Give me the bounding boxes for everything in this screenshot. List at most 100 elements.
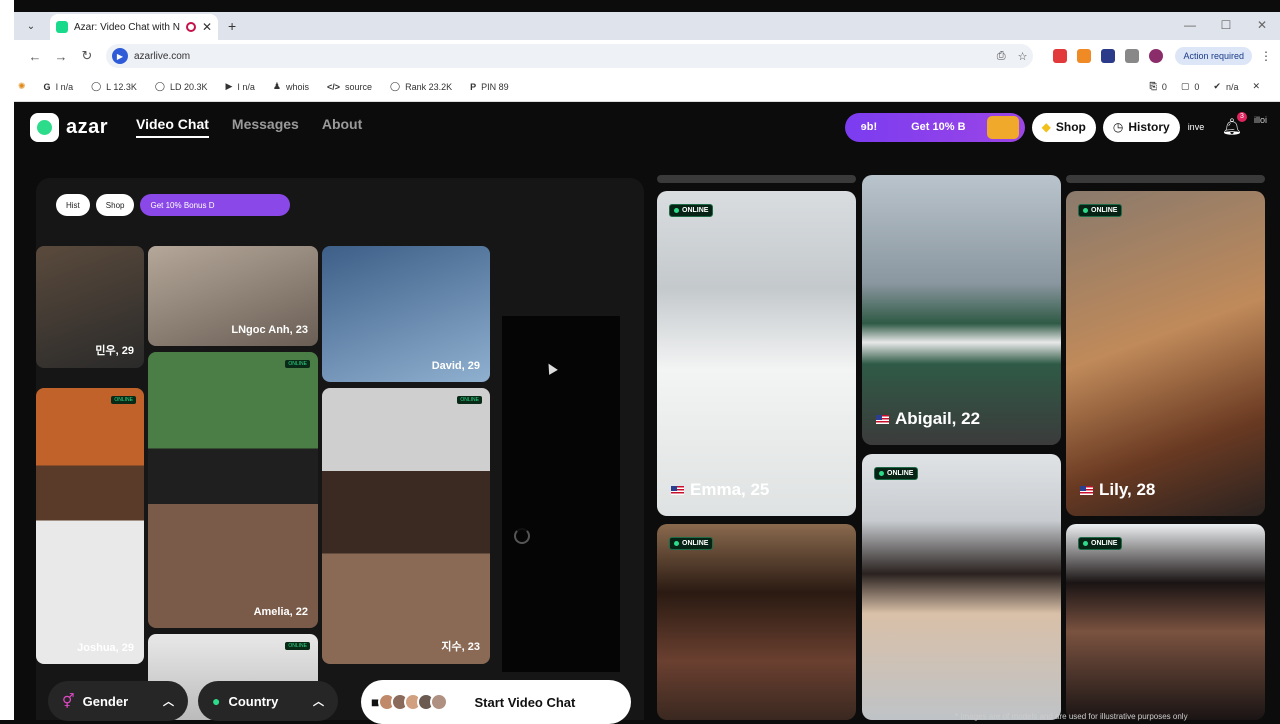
seo-metric[interactable]: ▶ I n/a [225,81,254,92]
tab-search-icon[interactable]: ⌄ [18,15,44,37]
seo-metric[interactable]: P PIN 89 [470,82,509,92]
seo-metric[interactable]: G I n/a [44,82,74,92]
hero-shop-pill: Shop [95,194,135,216]
new-tab-button[interactable]: + [228,18,236,34]
azar-favicon-icon [56,21,68,33]
profile-card[interactable]: ONLINE Emma, 25 [657,191,856,516]
maximize-button[interactable]: ☐ [1208,12,1244,40]
seo-metric-icon: G [43,81,51,92]
nav-messages[interactable]: Messages [232,116,299,138]
profile-card-partial [1066,175,1265,183]
azar-logo[interactable]: azar [30,112,108,142]
action-required-button[interactable]: Action required [1175,47,1252,65]
profile-avatar[interactable] [1149,49,1164,63]
seo-extension-icon[interactable] [1077,49,1092,63]
seo-right-metric[interactable]: ▢ 0 [1181,81,1200,92]
hero-caption: David, 29 [431,360,480,372]
browser-tab[interactable]: Azar: Video Chat with New ✕ [50,14,218,40]
globe-icon: ● [212,693,221,709]
puzzle-extensions-icon[interactable] [1125,49,1140,63]
online-dot-icon [1083,541,1088,546]
online-badge: ONLINE [669,537,714,550]
profile-name: Emma, 25 [671,480,769,500]
online-dot-icon [1083,208,1088,213]
avatar-stack [378,693,449,711]
nav-video-chat[interactable]: Video Chat [136,116,209,138]
seo-metric-icon: P [470,81,477,92]
install-app-icon[interactable]: ⎙ [997,50,1006,63]
seo-right-icon: ✔ [1213,81,1221,91]
seo-metric-label: source [345,81,373,92]
hero-tile: ONLINE Amelia, 22 [148,352,318,628]
seo-metric[interactable]: ◯ L 12.3K [91,81,137,92]
hero-online-tag: ONLINE [285,360,310,368]
online-dot-icon [674,541,679,546]
seo-metric-icon: ♟ [272,81,281,91]
profile-broken-image[interactable]: illoi [1254,115,1280,139]
site-info-icon[interactable]: ▶ [112,48,128,64]
gender-icon: ⚥ [62,692,75,709]
close-tab-icon[interactable]: ✕ [202,20,212,34]
seo-toolbar: ✺ G I n/a ◯ L 12.3K ◯ LD 20.3K ▶ I n/a ♟ whois </> s… [14,72,1280,102]
hero-online-tag: ONLINE [457,396,482,404]
hero-preview-panel: Hist Shop Get 10% Bonus D ✎ ☺ 민우, 29 LNg… [36,178,644,720]
close-window-button[interactable]: ✕ [1244,12,1280,40]
profile-card[interactable]: ONLINE [657,524,856,720]
seo-metric[interactable]: </> source [327,82,372,92]
profile-card[interactable]: ONLINE [862,454,1061,720]
gender-filter-button[interactable]: ⚥ Gender ︿ [48,681,188,721]
window-controls: — ☐ ✕ [1172,12,1280,40]
tab-title: Azar: Video Chat with New [74,21,180,33]
hero-tile: ONLINE Joshua, 29 [36,388,144,664]
seo-metric-label: L 12.3K [106,81,137,92]
browser-menu-icon[interactable]: ⋮ [1260,49,1272,63]
profile-card[interactable]: ONLINE Lily, 28 [1066,191,1265,516]
hero-caption: Amelia, 22 [253,606,308,618]
seo-metric-label: LD 20.3K [169,81,208,92]
minimize-button[interactable]: — [1172,12,1208,40]
desktop-edge [0,0,14,720]
filter-bar: ⚥ Gender ︿ ● Country ︿ [48,681,348,721]
us-flag-icon [671,485,684,495]
country-label: Country [228,693,279,709]
forward-icon[interactable]: → [48,49,74,64]
seo-metric[interactable]: ◯ Rank 23.2K [390,81,452,92]
reload-icon[interactable]: ↻ [74,48,100,64]
shop-button[interactable]: ◆ Shop [1031,112,1096,142]
seo-metric-label: I n/a [55,81,74,92]
pin-extension-icon[interactable] [1053,49,1068,63]
broken-image-icon: inve [1187,122,1205,132]
start-video-chat-button[interactable]: ■ Start Video Chat [361,680,631,724]
address-bar[interactable]: ▶ azarlive.com ⎙ ☆ [106,44,1034,68]
hero-caption: 지수, 23 [441,641,480,653]
seo-right-metric[interactable]: ✔ n/a [1213,81,1238,92]
browser-chrome: ⌄ Azar: Video Chat with New ✕ + — ☐ ✕ ← … [14,12,1280,102]
bookmark-star-icon[interactable]: ☆ [1018,50,1028,63]
history-button[interactable]: ◷ History [1102,112,1180,142]
seo-metric[interactable]: ◯ LD 20.3K [155,81,208,92]
country-filter-button[interactable]: ● Country ︿ [198,681,338,721]
seo-right-label: n/a [1225,81,1239,92]
seoquake-logo-icon[interactable]: ✺ [18,81,26,92]
back-icon[interactable]: ← [22,49,48,64]
us-flag-icon [1080,485,1093,495]
online-badge: ONLINE [1078,537,1123,550]
profile-card[interactable]: Abigail, 22 [862,175,1061,445]
chevron-up-icon: ︿ [313,696,324,708]
seo-metric[interactable]: ♟ whois [273,81,309,92]
profile-card[interactable]: ONLINE [1066,524,1265,720]
url-text: azarlive.com [134,50,191,62]
address-bar-row: ← → ↻ ▶ azarlive.com ⎙ ☆ Action required… [14,40,1280,72]
nav-about[interactable]: About [322,116,362,138]
promo-banner[interactable]: ɘb! Get 10% B [844,112,1025,142]
hero-tile: David, 29 [322,246,490,382]
seo-metric-icon: ◯ [390,81,401,91]
seo-right-metric[interactable]: ⎘ 0 [1150,81,1167,92]
vpn-extension-icon[interactable] [1101,49,1116,63]
seo-close-icon[interactable]: ✕ [1252,81,1260,92]
seo-metric-label: I n/a [237,81,255,92]
online-badge: ONLINE [669,204,714,217]
avatar [430,693,449,711]
notification-count-badge: 3 [1237,112,1247,122]
notifications-bell-icon[interactable]: 🔔︎ 3 [1222,112,1247,137]
